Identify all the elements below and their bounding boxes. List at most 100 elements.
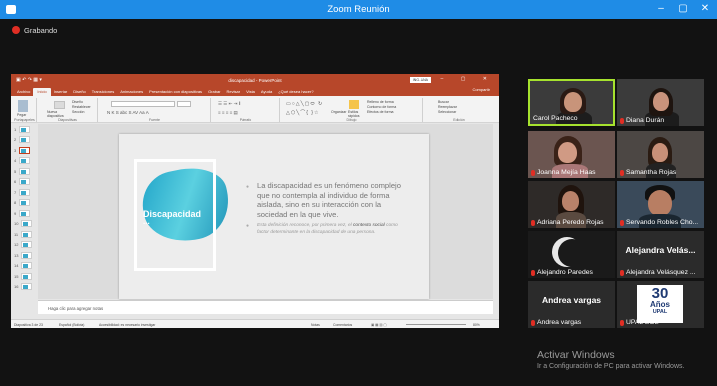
- group-label: Edición: [453, 118, 465, 122]
- reset-button[interactable]: Restablecer: [72, 105, 91, 109]
- slide-thumbnail[interactable]: 12: [11, 240, 37, 251]
- slide-title[interactable]: Discapacidad ...: [143, 209, 213, 226]
- participant-name-large: Andrea vargas: [541, 295, 602, 305]
- participant-tile[interactable]: Adriana Peredo Rojas: [528, 181, 615, 228]
- slide-thumbnail[interactable]: 5: [11, 166, 37, 177]
- shape-outline-button[interactable]: Contorno de forma: [367, 105, 396, 109]
- paste-label[interactable]: Pegar: [17, 113, 26, 117]
- ribbon-tab[interactable]: Ayuda: [258, 89, 275, 96]
- slide-thumbnails-pane[interactable]: 1 2 3 4 5 6 7 8 9 10 11 12 13 14 15 16: [11, 124, 37, 312]
- video-face: [653, 92, 669, 111]
- ribbon-tab[interactable]: Vista: [243, 89, 258, 96]
- slide-thumbnail[interactable]: 3: [11, 145, 37, 156]
- slide-canvas[interactable]: Discapacidad ... ● La discapacidad es un…: [38, 124, 493, 299]
- shape-effects-button[interactable]: Efectos de forma: [367, 110, 393, 114]
- close-button[interactable]: ✕: [695, 2, 715, 16]
- slide-thumbnail[interactable]: 9: [11, 208, 37, 219]
- new-slide-label[interactable]: Nueva diapositiva: [47, 110, 69, 118]
- muted-mic-icon: [620, 169, 624, 176]
- logo-org: UPAL: [652, 309, 668, 315]
- slide-number: 10: [14, 221, 19, 227]
- slide-thumbnail[interactable]: 8: [11, 198, 37, 209]
- participant-tile[interactable]: Diana Durán: [617, 79, 704, 126]
- slide-number: 14: [14, 263, 19, 269]
- slide-thumbnail[interactable]: 11: [11, 229, 37, 240]
- current-slide[interactable]: Discapacidad ... ● La discapacidad es un…: [119, 134, 429, 299]
- watermark-title: Activar Windows: [537, 349, 615, 361]
- shape-fill-button[interactable]: Relleno de forma: [367, 100, 394, 104]
- zoom-slider[interactable]: [406, 324, 466, 325]
- section-button[interactable]: Sección: [72, 110, 84, 114]
- ppt-title-bar: ▣ ↶ ↷ ▦ ▾ discapacidad - PowerPoint ING.…: [11, 74, 499, 86]
- slide-thumbnail[interactable]: 15: [11, 271, 37, 282]
- ppt-window-controls[interactable]: ▭ – ▢ ✕: [418, 76, 495, 82]
- muted-mic-icon: [620, 319, 624, 326]
- ribbon-tab[interactable]: Archivo: [14, 89, 33, 96]
- slide-thumbnail[interactable]: 6: [11, 177, 37, 188]
- replace-button[interactable]: Reemplazar: [438, 105, 457, 109]
- ribbon-tab[interactable]: Animaciones: [117, 89, 146, 96]
- ribbon-tab[interactable]: Grabar: [205, 89, 223, 96]
- slide-thumbnail-preview: [19, 136, 31, 144]
- ribbon-tab[interactable]: Diseño: [70, 89, 88, 96]
- slide-thumbnail[interactable]: 1: [11, 124, 37, 135]
- slide-number: 15: [14, 273, 19, 279]
- notes-button[interactable]: Notas: [311, 323, 320, 327]
- participant-tile[interactable]: 30 Años UPAL UPAL BOL: [617, 281, 704, 328]
- slide-thumbnail[interactable]: 4: [11, 156, 37, 167]
- ribbon-tab[interactable]: ¿Qué desea hacer?: [275, 89, 316, 96]
- slide-count: Diapositiva 3 de 23: [14, 323, 43, 327]
- notes-pane[interactable]: Haga clic para agregar notas: [38, 300, 493, 314]
- slide-number: 13: [14, 252, 19, 258]
- quick-styles-button[interactable]: Estilos rápidos: [348, 110, 364, 118]
- slide-thumbnail[interactable]: 14: [11, 261, 37, 272]
- participant-tile[interactable]: Servando Robles Cho...: [617, 181, 704, 228]
- ribbon-tab[interactable]: Insertar: [51, 89, 71, 96]
- slide-body[interactable]: ● La discapacidad es un fenómeno complej…: [246, 181, 407, 236]
- slide-thumbnail[interactable]: 16: [11, 282, 37, 293]
- comments-button[interactable]: Comentarios: [333, 323, 352, 327]
- shared-screen-powerpoint[interactable]: ▣ ↶ ↷ ▦ ▾ discapacidad - PowerPoint ING.…: [11, 74, 499, 328]
- align-buttons[interactable]: ≡ ≡ ≡ ≡ ▤: [218, 110, 238, 116]
- zoom-level[interactable]: 80%: [473, 323, 480, 327]
- font-name-select[interactable]: [111, 101, 175, 107]
- paste-icon[interactable]: [18, 100, 28, 112]
- participant-tile[interactable]: Alejandra Velás... Alejandra Velásquez .…: [617, 231, 704, 278]
- select-button[interactable]: Seleccionar: [438, 110, 456, 114]
- ribbon-tab[interactable]: Inicio: [33, 88, 51, 96]
- watermark-subtitle: Ir a Configuración de PC para activar Wi…: [537, 363, 685, 370]
- participant-tile[interactable]: Andrea vargas Andrea vargas: [528, 281, 615, 328]
- new-slide-icon[interactable]: [54, 101, 65, 109]
- recording-indicator[interactable]: Grabando: [12, 24, 57, 36]
- shapes-gallery[interactable]: ▭○△╲▢⬭ ↻: [286, 101, 323, 107]
- shapes-gallery-row2[interactable]: △⬡╲⌒{ }☆: [286, 109, 319, 116]
- windows-activation-watermark: Activar Windows Ir a Configuración de PC…: [537, 349, 684, 370]
- slide-thumbnail[interactable]: 7: [11, 187, 37, 198]
- minimize-button[interactable]: –: [651, 2, 671, 16]
- slide-thumbnail[interactable]: 2: [11, 135, 37, 146]
- slide-thumbnail[interactable]: 13: [11, 250, 37, 261]
- layout-button[interactable]: Diseño: [72, 100, 83, 104]
- ribbon-tab[interactable]: Revisar: [224, 89, 244, 96]
- maximize-button[interactable]: ▢: [673, 2, 693, 16]
- list-buttons[interactable]: ☰ ☰ ⇤ ⇥ ‖: [218, 101, 240, 107]
- participant-tile[interactable]: Alejandro Paredes: [528, 231, 615, 278]
- quick-styles-icon[interactable]: [349, 100, 359, 109]
- slide-thumbnail-preview: [21, 283, 33, 291]
- find-button[interactable]: Buscar: [438, 100, 449, 104]
- group-label: Fuente: [149, 118, 160, 122]
- accessibility-status[interactable]: Accesibilidad: es necesario investigar: [99, 323, 155, 327]
- slide-thumbnail[interactable]: 10: [11, 219, 37, 230]
- arrange-button[interactable]: Organizar: [331, 110, 346, 114]
- ribbon-tab[interactable]: Presentación con diapositivas: [146, 89, 205, 96]
- font-size-select[interactable]: [177, 101, 191, 107]
- participant-tile[interactable]: Samantha Rojas: [617, 131, 704, 178]
- participant-tile[interactable]: Carol Pacheco: [528, 79, 615, 126]
- font-format-buttons[interactable]: N K S abc S AV Aa A: [107, 110, 149, 115]
- ribbon-tab[interactable]: Transiciones: [89, 89, 118, 96]
- view-buttons[interactable]: ▣ ▦ ▥ ▢: [371, 323, 387, 327]
- language[interactable]: Español (Bolivia): [59, 323, 84, 327]
- participant-tile[interactable]: Joanna Mejía Haas: [528, 131, 615, 178]
- share-button[interactable]: Compartir: [469, 87, 493, 94]
- bullet-1: ● La discapacidad es un fenómeno complej…: [246, 181, 407, 219]
